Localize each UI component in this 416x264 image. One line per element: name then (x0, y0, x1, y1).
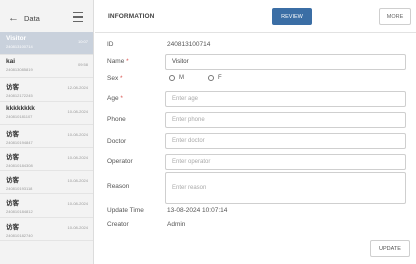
list-item-time: 12-08-2024 (67, 85, 88, 91)
top-bar: INFORMATION (95, 0, 416, 33)
reason-textarea[interactable]: Enter reason (165, 172, 406, 204)
list-menu-icon[interactable] (73, 12, 83, 22)
list-item-id: 240812172245 (6, 93, 33, 99)
list-item[interactable]: 访客 240810194847 10-08-2024 (0, 125, 93, 148)
back-arrow-icon[interactable]: ← (8, 12, 20, 24)
sex-option-f[interactable]: F (208, 75, 222, 81)
sidebar-header: ← Data (0, 0, 93, 36)
list-item-id: 240813100714 (6, 44, 33, 49)
list-item[interactable]: kai 240813085819 09:58 (0, 55, 93, 79)
doctor-input[interactable]: Enter doctor (165, 133, 406, 149)
age-input[interactable]: Enter age (165, 91, 406, 107)
list-item-id: 240810181107 (6, 113, 33, 119)
list-item-id: 240810194847 (6, 139, 33, 145)
operator-label: Operator (107, 158, 133, 165)
radio-circle-icon[interactable] (208, 75, 214, 81)
phone-input[interactable]: Enter phone (165, 112, 406, 128)
sex-label-text: Sex (107, 75, 119, 82)
list-item[interactable]: 访客 240810184308 10-08-2024 (0, 148, 93, 172)
list-item-time: 10-08-2024 (67, 201, 88, 207)
radio-circle-icon[interactable] (169, 75, 175, 81)
reason-label: Reason (107, 183, 130, 190)
list-item-time: 10:07 (77, 39, 88, 44)
list-item-name: kai (6, 58, 16, 66)
list-item-id: 240810184812 (6, 209, 33, 215)
list-item-time: 10-08-2024 (67, 224, 88, 230)
list-item[interactable]: 访客 240810184812 10-08-2024 (0, 194, 93, 218)
list-item-name: Visitor (6, 35, 27, 42)
list-item-time: 10-08-2024 (67, 108, 88, 114)
phone-label: Phone (107, 116, 126, 123)
review-button[interactable]: REVIEW (272, 8, 312, 25)
name-input[interactable]: Visitor (165, 54, 406, 70)
sex-label: Sex * (107, 75, 123, 82)
creator-value: Admin (167, 221, 186, 228)
list-item-id: 240810182740 (6, 232, 33, 238)
sex-option-f-label: F (218, 75, 222, 81)
sex-radio-group: M F (169, 75, 246, 81)
operator-input[interactable]: Enter operator (165, 154, 406, 170)
required-mark: * (120, 75, 123, 82)
list-item-id: 240813085819 (6, 67, 33, 73)
more-button[interactable]: MORE (379, 8, 411, 25)
list-item-id: 240810193118 (6, 186, 33, 192)
required-mark: * (120, 95, 123, 102)
doctor-label: Doctor (107, 138, 127, 145)
app: ← Data Visitor 240813100714 10:07 kai 24… (0, 0, 416, 264)
sex-option-m[interactable]: M (169, 75, 184, 81)
update-time-label: Update Time (107, 207, 144, 214)
list-item[interactable]: 访客 240810193118 10-08-2024 (0, 171, 93, 195)
creator-label: Creator (107, 221, 129, 228)
list-item-time: 09:58 (77, 62, 88, 68)
list-item[interactable]: kkkkkkkk 240810181107 10-08-2024 (0, 102, 93, 125)
list-item-time: 10-08-2024 (67, 131, 88, 137)
sidebar: ← Data Visitor 240813100714 10:07 kai 24… (0, 0, 94, 264)
age-label: Age * (107, 95, 123, 102)
list-item[interactable]: 访客 240812172245 12-08-2024 (0, 78, 93, 102)
age-label-text: Age (107, 95, 119, 102)
list-item-time: 10-08-2024 (67, 178, 88, 184)
sidebar-title: Data (24, 13, 40, 23)
required-mark: * (126, 58, 129, 65)
sex-option-m-label: M (179, 75, 184, 81)
list-item[interactable]: 访客 240810182740 10-08-2024 (0, 218, 93, 241)
name-label-text: Name (107, 58, 125, 65)
record-list: Visitor 240813100714 10:07 kai 240813085… (0, 32, 93, 241)
list-item-id: 240810184308 (6, 162, 33, 168)
update-time-value: 13-08-2024 10:07:14 (167, 207, 228, 214)
list-item-selected[interactable]: Visitor 240813100714 10:07 (0, 32, 93, 56)
id-value: 240813100714 (167, 41, 211, 48)
update-button[interactable]: UPDATE (370, 240, 410, 257)
name-label: Name * (107, 58, 129, 65)
page-title: INFORMATION (108, 13, 155, 20)
id-label: ID (107, 41, 114, 48)
list-item-time: 10-08-2024 (67, 154, 88, 160)
